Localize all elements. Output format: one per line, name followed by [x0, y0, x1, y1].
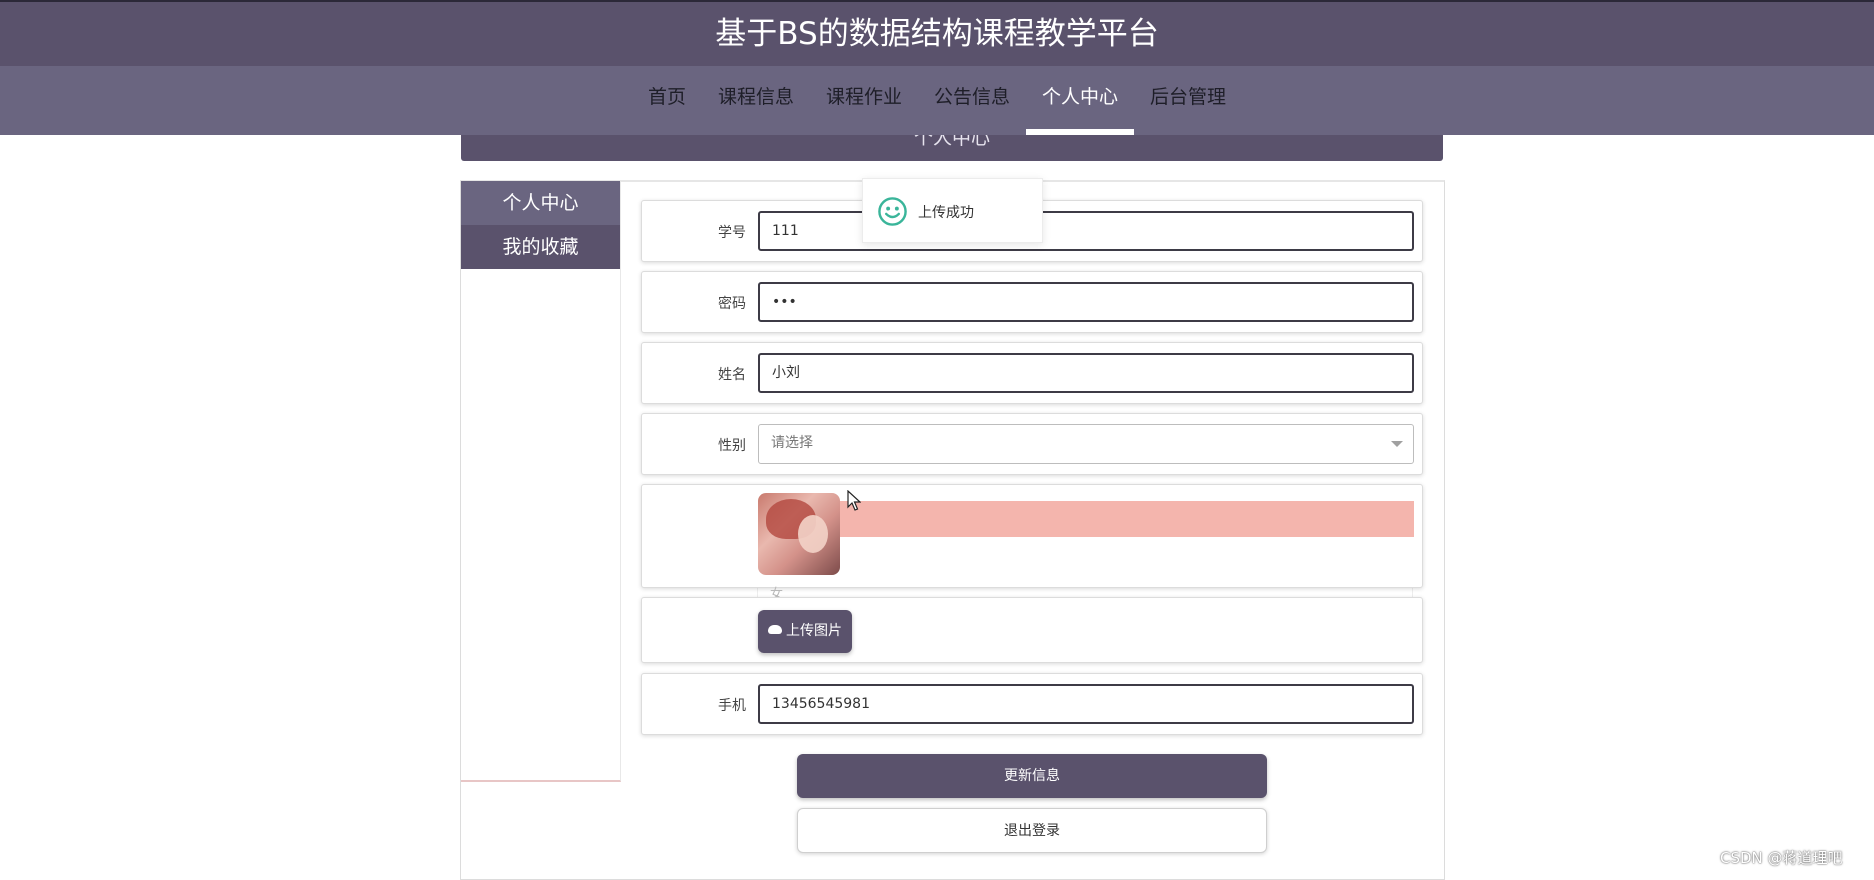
password-row: 密码 ••• — [641, 271, 1423, 333]
main-nav: 首页 课程信息 课程作业 公告信息 个人中心 后台管理 — [0, 66, 1874, 135]
student-id-label: 学号 — [718, 225, 746, 241]
nav-item-announcements[interactable]: 公告信息 — [918, 66, 1026, 135]
phone-row: 手机 13456545981 — [641, 673, 1423, 735]
chevron-down-icon — [1391, 441, 1403, 447]
phone-input[interactable]: 13456545981 — [758, 684, 1414, 724]
password-input[interactable]: ••• — [758, 282, 1414, 322]
upload-button-label: 上传图片 — [786, 623, 842, 639]
sidebar-item-personal-center[interactable]: 个人中心 — [461, 181, 620, 225]
nav-item-home[interactable]: 首页 — [632, 66, 702, 135]
gender-select[interactable]: 请选择 — [758, 424, 1414, 464]
csdn-watermark: CSDN @蒋道理吧 — [1720, 849, 1843, 867]
student-id-input[interactable]: 111 — [758, 211, 1414, 251]
name-row: 姓名 小刘 — [641, 342, 1423, 404]
name-label: 姓名 — [718, 367, 746, 383]
name-input[interactable]: 小刘 — [758, 353, 1414, 393]
avatar-image — [758, 493, 840, 575]
cloud-upload-icon — [768, 625, 782, 634]
header-bar: 基于BS的数据结构课程教学平台 — [0, 0, 1874, 66]
gender-option-highlight[interactable] — [840, 501, 1414, 537]
nav-item-admin[interactable]: 后台管理 — [1134, 66, 1242, 135]
gender-row: 性别 请选择 — [641, 413, 1423, 475]
phone-label: 手机 — [718, 698, 746, 714]
sidebar-item-favorites[interactable]: 我的收藏 — [461, 225, 620, 269]
logout-button[interactable]: 退出登录 — [797, 808, 1267, 853]
password-label: 密码 — [718, 296, 746, 312]
gender-select-placeholder: 请选择 — [771, 435, 813, 451]
upload-row: 上传图片 — [641, 597, 1423, 663]
gender-label: 性别 — [718, 438, 746, 454]
update-info-button[interactable]: 更新信息 — [797, 754, 1267, 798]
smile-icon — [878, 197, 907, 226]
site-title: 基于BS的数据结构课程教学平台 — [715, 16, 1159, 52]
nav-item-course-info[interactable]: 课程信息 — [702, 66, 810, 135]
nav-item-course-homework[interactable]: 课程作业 — [810, 66, 918, 135]
page-banner-title: 个人中心 — [913, 135, 990, 149]
avatar-row: 男 女 — [641, 484, 1423, 602]
success-toast: 上传成功 — [862, 178, 1043, 243]
upload-image-button[interactable]: 上传图片 — [758, 610, 852, 653]
toast-message: 上传成功 — [918, 205, 974, 221]
sidebar: 个人中心 我的收藏 — [461, 181, 621, 782]
nav-item-personal-center[interactable]: 个人中心 — [1026, 66, 1135, 135]
page-banner: 个人中心 — [461, 135, 1443, 161]
mouse-pointer-icon — [847, 490, 861, 511]
